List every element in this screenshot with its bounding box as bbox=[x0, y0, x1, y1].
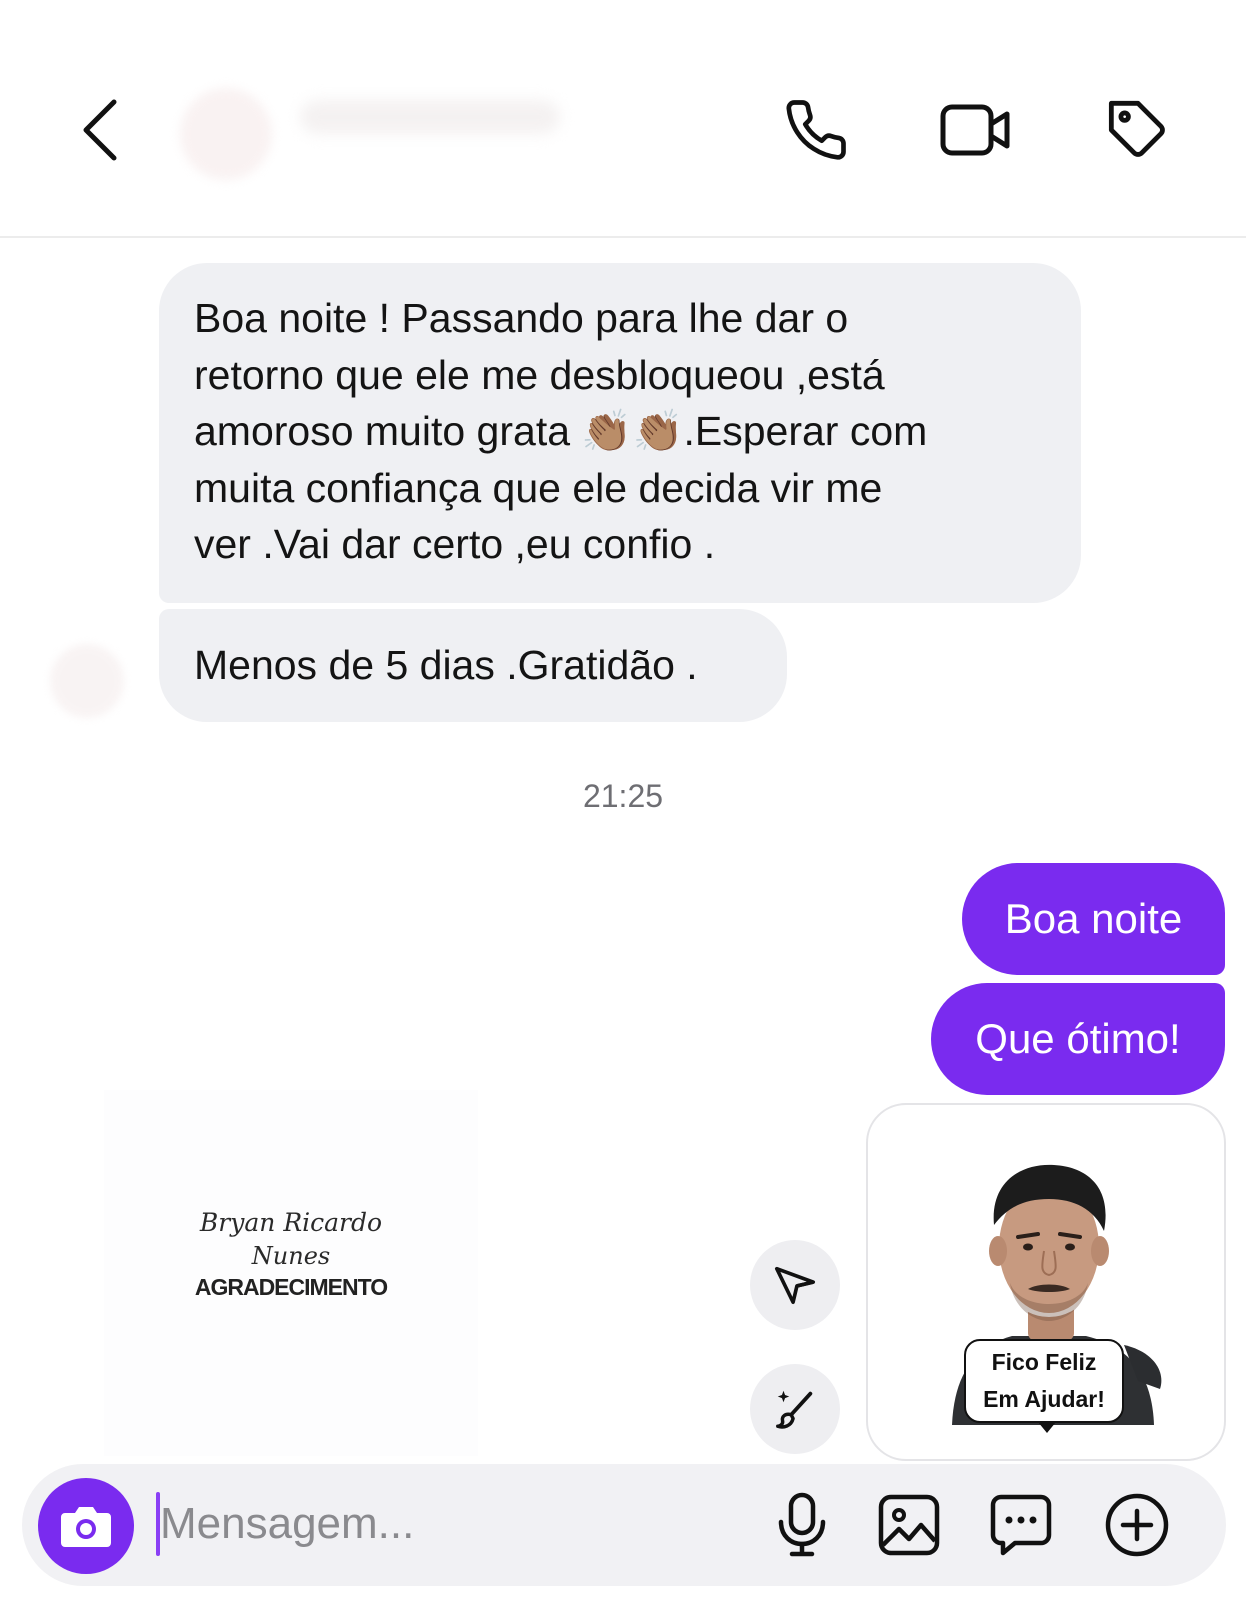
more-options-button[interactable] bbox=[1101, 1489, 1173, 1561]
video-camera-icon bbox=[940, 102, 1012, 158]
watermark-title: AGRADECIMENTO bbox=[194, 1274, 388, 1300]
camera-icon bbox=[59, 1503, 113, 1549]
phone-icon bbox=[783, 97, 849, 163]
message-timestamp: 21:25 bbox=[582, 778, 664, 814]
sticker-chat-button[interactable] bbox=[985, 1489, 1057, 1561]
watermark-signature-line: Bryan Ricardo bbox=[199, 1208, 383, 1237]
outgoing-message-bubble[interactable]: Boa noite bbox=[962, 863, 1225, 975]
message-text: Boa noite bbox=[1004, 895, 1183, 942]
message-line: Boa noite ! Passando para lhe dar o bbox=[194, 295, 849, 341]
incoming-message-bubble[interactable]: Menos de 5 dias .Gratidão . bbox=[159, 609, 787, 722]
ai-edit-button[interactable] bbox=[750, 1364, 840, 1454]
incoming-message-bubble[interactable]: Boa noite ! Passando para lhe dar o reto… bbox=[159, 263, 1081, 603]
message-text: Que ótimo! bbox=[975, 1015, 1181, 1062]
sticker-message[interactable]: Fico Feliz Em Ajudar! bbox=[866, 1103, 1226, 1461]
tag-button[interactable] bbox=[1100, 92, 1176, 168]
message-line: ver .Vai dar certo ,eu confio . bbox=[194, 521, 716, 567]
plus-icon bbox=[1104, 1492, 1170, 1558]
gallery-button[interactable] bbox=[873, 1489, 945, 1561]
message-line: amoroso muito grata 👏🏽👏🏽.Esperar com bbox=[194, 408, 928, 454]
sticker-caption: Fico Feliz Em Ajudar! bbox=[964, 1339, 1124, 1433]
sticker-caption-line: Em Ajudar! bbox=[983, 1386, 1105, 1412]
contact-name[interactable] bbox=[300, 100, 560, 134]
watermark-signature-line: Nunes bbox=[251, 1242, 331, 1270]
message-line: retorno que ele me desbloqueou ,está bbox=[194, 351, 885, 398]
chat-bubble-icon bbox=[989, 1493, 1053, 1557]
send-icon bbox=[772, 1262, 818, 1308]
back-button[interactable] bbox=[62, 92, 138, 168]
sender-avatar[interactable] bbox=[50, 644, 124, 718]
video-call-button[interactable] bbox=[938, 92, 1014, 168]
message-composer bbox=[22, 1464, 1226, 1586]
message-input[interactable] bbox=[160, 1486, 720, 1562]
camera-button[interactable] bbox=[38, 1478, 134, 1574]
outgoing-message-bubble[interactable]: Que ótimo! bbox=[931, 983, 1225, 1095]
share-button[interactable] bbox=[750, 1240, 840, 1330]
microphone-icon bbox=[774, 1492, 830, 1558]
chat-header bbox=[0, 0, 1246, 238]
voice-call-button[interactable] bbox=[778, 92, 854, 168]
message-text: Menos de 5 dias .Gratidão . bbox=[194, 642, 698, 689]
dm-chat-screen: Boa noite ! Passando para lhe dar o reto… bbox=[0, 0, 1246, 1600]
message-line: muita confiança que ele decida vir me bbox=[194, 464, 883, 511]
gallery-icon bbox=[877, 1493, 941, 1557]
sticker-caption-line: Fico Feliz bbox=[991, 1349, 1097, 1375]
contact-avatar[interactable] bbox=[180, 88, 272, 180]
watermark: Bryan Ricardo Nunes AGRADECIMENTO bbox=[104, 1090, 478, 1456]
tag-icon bbox=[1106, 98, 1170, 162]
magic-brush-icon bbox=[772, 1386, 818, 1432]
voice-message-button[interactable] bbox=[766, 1489, 838, 1561]
chevron-left-icon bbox=[80, 98, 120, 162]
